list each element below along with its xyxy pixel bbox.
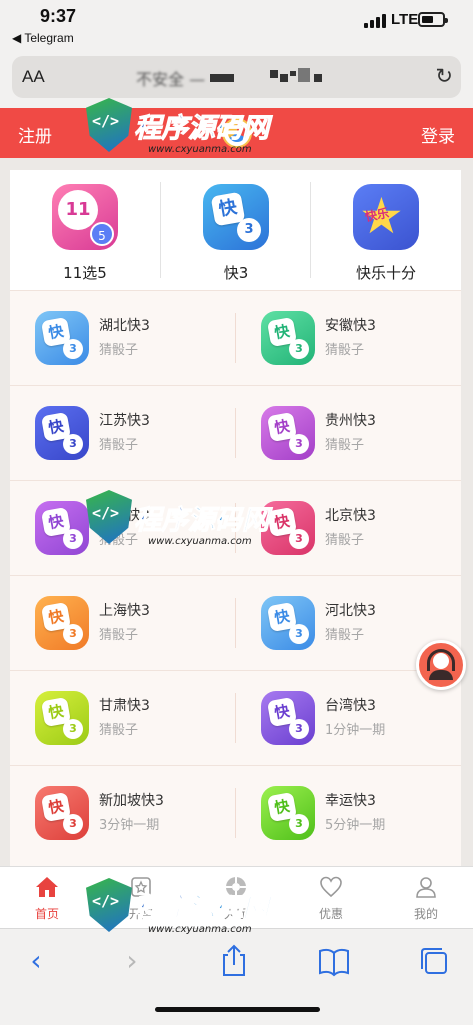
game-name: 河北快3 <box>325 603 376 619</box>
game-item[interactable]: 快 3 江苏快3 猜骰子 <box>10 386 235 480</box>
dice-icon: 快3 <box>261 311 315 365</box>
game-name: 新加坡快3 <box>99 793 164 809</box>
game-item[interactable]: 快 3 安徽快3 猜骰子 <box>236 291 461 385</box>
category-happy10[interactable]: ★ 快乐 快乐十分 <box>311 170 461 290</box>
game-subtitle: 猜骰子 <box>325 438 365 453</box>
game-row: 快 3 湖北快3 猜骰子快 3 安徽快3 猜骰子 <box>10 290 461 385</box>
code-shield-icon <box>86 878 132 932</box>
game-subtitle: 猜骰子 <box>99 438 139 453</box>
game-subtitle: 猜骰子 <box>99 628 139 643</box>
dice-icon: 快3 <box>35 501 89 555</box>
game-name: 北京快3 <box>325 508 376 524</box>
category-label: 11选5 <box>63 264 107 282</box>
game-subtitle: 猜骰子 <box>99 343 139 358</box>
text-size-button[interactable]: AA <box>22 67 45 87</box>
dice-icon: 快 3 <box>203 184 269 250</box>
clock: 9:37 <box>40 6 77 26</box>
top-categories: 11 5 11选5 快 3 快3 ★ 快乐 快乐十分 <box>10 170 461 290</box>
game-row: 快 3 甘肃快3 猜骰子快 3 台湾快3 1分钟一期 <box>10 670 461 765</box>
dice-icon: 快3 <box>35 786 89 840</box>
watermark-logo: 程序源码网 www.cxyuanma.com <box>86 872 286 952</box>
game-name: 湖北快3 <box>99 318 150 334</box>
divider <box>235 693 236 743</box>
url-text: 不安全 — <box>136 70 206 89</box>
dice-icon: 快3 <box>35 596 89 650</box>
code-shield-icon <box>86 490 132 544</box>
status-bar: 9:37 ◀ Telegram LTE <box>0 0 473 50</box>
game-subtitle: 1分钟一期 <box>325 723 386 738</box>
game-subtitle: 猜骰子 <box>325 533 365 548</box>
divider <box>235 598 236 648</box>
dice-icon: 快3 <box>261 786 315 840</box>
tab-promo[interactable]: 优惠 <box>284 867 378 929</box>
dice-icon: 快3 <box>35 691 89 745</box>
game-subtitle: 猜骰子 <box>99 723 139 738</box>
game-item[interactable]: 快 3 新加坡快3 3分钟一期 <box>10 766 235 860</box>
login-button[interactable]: 登录 <box>421 122 455 147</box>
code-shield-icon <box>86 98 132 152</box>
dice-icon: 快3 <box>35 311 89 365</box>
game-item[interactable]: 快 3 上海快3 猜骰子 <box>10 576 235 670</box>
tabs-icon[interactable] <box>414 943 454 979</box>
game-row: 快 3 江苏快3 猜骰子快 3 贵州快3 猜骰子 <box>10 385 461 480</box>
signal-icon <box>364 14 386 28</box>
dice-icon: 快3 <box>261 596 315 650</box>
game-name: 幸运快3 <box>325 793 376 809</box>
tab-mine[interactable]: 我的 <box>379 867 473 929</box>
dice-icon: 快3 <box>261 691 315 745</box>
category-label: 快3 <box>223 264 249 282</box>
game-subtitle: 猜骰子 <box>325 343 365 358</box>
category-11x5[interactable]: 11 5 11选5 <box>10 170 160 290</box>
battery-icon <box>418 12 448 27</box>
game-name: 台湾快3 <box>325 698 376 714</box>
home-icon <box>36 877 58 897</box>
reload-icon[interactable]: ↻ <box>435 64 453 88</box>
user-icon <box>416 877 436 898</box>
game-item[interactable]: 快 3 幸运快3 5分钟一期 <box>236 766 461 860</box>
home-indicator <box>155 1007 320 1012</box>
register-button[interactable]: 注册 <box>18 122 52 147</box>
watermark-logo: 程序源码网 www.cxyuanma.com <box>86 92 286 172</box>
game-row: 快 3 新加坡快3 3分钟一期快 3 幸运快3 5分钟一期 <box>10 765 461 860</box>
category-label: 快乐十分 <box>355 264 416 282</box>
game-row: 快 3 上海快3 猜骰子快 3 河北快3 猜骰子 <box>10 575 461 670</box>
game-name: 上海快3 <box>99 603 150 619</box>
game-subtitle: 3分钟一期 <box>99 818 160 833</box>
network-type: LTE <box>391 11 419 28</box>
game-name: 安徽快3 <box>325 318 376 334</box>
dice-icon: 快3 <box>35 406 89 460</box>
bookmarks-icon[interactable] <box>314 943 354 979</box>
game-name: 甘肃快3 <box>99 698 150 714</box>
star-icon: ★ 快乐 <box>353 184 419 250</box>
back-to-telegram[interactable]: ◀ Telegram <box>12 31 74 45</box>
customer-service-button[interactable] <box>416 640 466 690</box>
game-item[interactable]: 快 3 甘肃快3 猜骰子 <box>10 671 235 765</box>
divider <box>235 313 236 363</box>
dice-icon: 快3 <box>261 406 315 460</box>
divider <box>235 408 236 458</box>
game-subtitle: 5分钟一期 <box>325 818 386 833</box>
game-item[interactable]: 快 3 贵州快3 猜骰子 <box>236 386 461 480</box>
lottery-ball-icon: 11 5 <box>52 184 118 250</box>
divider <box>235 788 236 838</box>
game-name: 贵州快3 <box>325 413 376 429</box>
category-k3[interactable]: 快 3 快3 <box>161 170 311 290</box>
back-icon[interactable]: ‹ <box>16 943 56 979</box>
game-name: 江苏快3 <box>99 413 150 429</box>
watermark-logo: 程序源码网 www.cxyuanma.com <box>86 484 286 564</box>
heart-icon <box>320 876 342 898</box>
game-subtitle: 猜骰子 <box>325 628 365 643</box>
tab-home[interactable]: 首页 <box>0 867 94 929</box>
game-item[interactable]: 快 3 湖北快3 猜骰子 <box>10 291 235 385</box>
